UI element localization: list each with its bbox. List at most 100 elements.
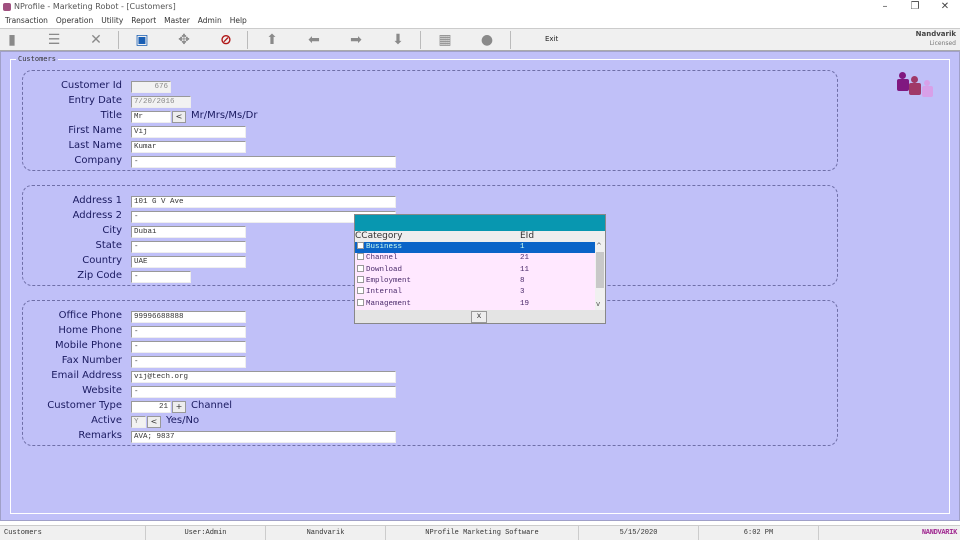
- remarks-label: Remarks: [78, 430, 122, 441]
- country-field[interactable]: [131, 256, 246, 268]
- category-id: 19: [520, 299, 530, 308]
- vertical-scrollbar[interactable]: ^ v: [595, 242, 605, 310]
- state-field[interactable]: [131, 241, 246, 253]
- minimize-button[interactable]: –: [870, 0, 900, 14]
- active-field[interactable]: [131, 416, 146, 428]
- last-record-icon[interactable]: ⬇: [387, 31, 409, 49]
- list-item[interactable]: Employment 8: [355, 275, 595, 287]
- home-phone-label: Home Phone: [58, 325, 122, 336]
- new-record-icon[interactable]: ▮: [1, 31, 23, 49]
- fax-label: Fax Number: [61, 355, 122, 366]
- row-checkbox[interactable]: [357, 264, 364, 272]
- row-checkbox[interactable]: [357, 253, 364, 261]
- company-field[interactable]: [131, 156, 396, 168]
- customer-type-picker-button[interactable]: +: [172, 401, 186, 413]
- move-icon[interactable]: ✥: [173, 31, 195, 49]
- menu-report[interactable]: Report: [131, 16, 156, 25]
- home-phone-field[interactable]: [131, 326, 246, 338]
- address2-label: Address 2: [72, 210, 122, 221]
- entry-date-label: Entry Date: [68, 95, 122, 106]
- address1-field[interactable]: [131, 196, 396, 208]
- list-item[interactable]: Management 19: [355, 298, 595, 310]
- country-label: Country: [82, 255, 122, 266]
- row-checkbox[interactable]: [357, 242, 364, 249]
- maximize-button[interactable]: ❐: [900, 0, 930, 14]
- city-field[interactable]: [131, 226, 246, 238]
- customer-id-field[interactable]: [131, 81, 171, 93]
- title-label: Title: [100, 110, 122, 121]
- menu-master[interactable]: Master: [164, 16, 190, 25]
- cancel-icon[interactable]: ⊘: [215, 31, 237, 49]
- title-field[interactable]: [131, 111, 171, 123]
- menu-transaction[interactable]: Transaction: [5, 16, 48, 25]
- first-name-field[interactable]: [131, 126, 246, 138]
- title-picker-button[interactable]: <: [172, 111, 186, 123]
- fax-field[interactable]: [131, 356, 246, 368]
- group-label: Customers: [16, 55, 58, 63]
- delete-icon[interactable]: ✕: [85, 31, 107, 49]
- email-field[interactable]: [131, 371, 396, 383]
- scroll-down-icon[interactable]: v: [596, 300, 600, 308]
- city-label: City: [102, 225, 122, 236]
- row-checkbox[interactable]: [357, 298, 364, 306]
- popup-header: [355, 215, 605, 231]
- category-name: Download: [366, 265, 403, 274]
- last-name-field[interactable]: [131, 141, 246, 153]
- list-item[interactable]: Business 1: [355, 242, 595, 254]
- grid-icon[interactable]: ▦: [434, 31, 456, 49]
- category-name: Business: [366, 243, 403, 251]
- active-picker-button[interactable]: <: [147, 416, 161, 428]
- customer-type-field[interactable]: [131, 401, 171, 413]
- customer-id-label: Customer Id: [60, 80, 122, 91]
- first-record-icon[interactable]: ⬆: [261, 31, 283, 49]
- active-label: Active: [91, 415, 122, 426]
- id-column-header[interactable]: EId: [520, 231, 534, 242]
- last-name-label: Last Name: [68, 140, 122, 151]
- website-label: Website: [82, 385, 122, 396]
- next-record-icon[interactable]: ➡: [345, 31, 367, 49]
- category-name: Management: [366, 299, 412, 308]
- menu-help[interactable]: Help: [230, 16, 247, 25]
- office-phone-label: Office Phone: [58, 310, 122, 321]
- popup-close-button[interactable]: x: [471, 311, 487, 323]
- popup-footer: x: [355, 310, 605, 323]
- first-name-label: First Name: [68, 125, 122, 136]
- category-lookup-popup: CCategory EId Business 1 Channel 21 Downlo…: [354, 214, 606, 324]
- license-label: Licensed: [929, 40, 956, 47]
- scrollbar-thumb[interactable]: [596, 252, 604, 288]
- category-column-header[interactable]: CCategory: [355, 231, 402, 242]
- office-phone-field[interactable]: [131, 311, 246, 323]
- website-field[interactable]: [131, 386, 396, 398]
- category-name: Employment: [366, 276, 412, 285]
- scroll-up-icon[interactable]: ^: [596, 242, 602, 250]
- list-item[interactable]: Download 11: [355, 264, 595, 276]
- users-icon: [897, 72, 937, 98]
- category-name: Channel: [366, 254, 398, 263]
- menu-admin[interactable]: Admin: [198, 16, 222, 25]
- remarks-field[interactable]: [131, 431, 396, 443]
- search-icon[interactable]: ●: [476, 31, 498, 49]
- status-form: Customers: [0, 526, 146, 540]
- exit-button[interactable]: Exit: [545, 35, 558, 43]
- status-product: NProfile Marketing Software: [386, 526, 579, 540]
- previous-record-icon[interactable]: ⬅: [303, 31, 325, 49]
- category-id: 21: [520, 254, 530, 263]
- status-user: User:Admin: [146, 526, 266, 540]
- entry-date-field[interactable]: [131, 96, 191, 108]
- category-list: Business 1 Channel 21 Download 11 Employmen…: [355, 242, 605, 310]
- category-id: 8: [520, 276, 525, 285]
- list-icon[interactable]: ☰: [43, 31, 65, 49]
- menu-operation[interactable]: Operation: [56, 16, 93, 25]
- menu-utility[interactable]: Utility: [101, 16, 123, 25]
- save-icon[interactable]: ▣: [131, 31, 153, 49]
- row-checkbox[interactable]: [357, 275, 364, 283]
- close-button[interactable]: ✕: [930, 0, 960, 14]
- category-id: 11: [520, 265, 530, 274]
- mobile-phone-field[interactable]: [131, 341, 246, 353]
- zip-field[interactable]: [131, 271, 191, 283]
- mobile-phone-label: Mobile Phone: [55, 340, 122, 351]
- row-checkbox[interactable]: [357, 287, 364, 295]
- status-date: 5/15/2020: [579, 526, 699, 540]
- list-item[interactable]: Internal 3: [355, 287, 595, 298]
- list-item[interactable]: Channel 21: [355, 253, 595, 264]
